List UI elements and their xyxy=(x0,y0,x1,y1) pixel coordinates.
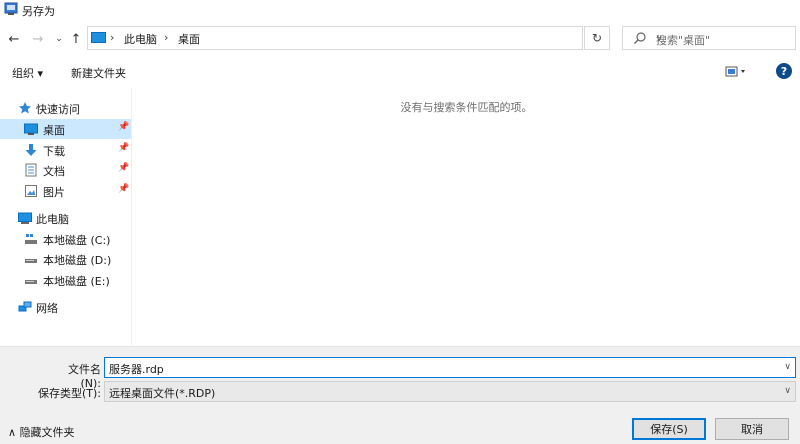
sidebar-item-drive-c[interactable]: 本地磁盘 (C:) xyxy=(0,229,131,249)
window-title: 另存为 xyxy=(22,5,55,18)
save-as-app-icon xyxy=(4,2,18,15)
navigation-pane: 快速访问 桌面 📌 下载 📌 文档 📌 图片 📌 此电脑 本地磁盘 (C:) 本… xyxy=(0,88,131,346)
pin-icon: 📌 xyxy=(118,122,130,132)
computer-icon xyxy=(91,32,106,43)
filetype-dropdown-chevron-icon[interactable]: ∨ xyxy=(784,386,791,396)
refresh-button[interactable]: ↻ xyxy=(584,26,610,50)
help-icon[interactable]: ? xyxy=(776,63,792,79)
hide-folders-label: 隐藏文件夹 xyxy=(19,426,75,439)
sidebar-item-label: 本地磁盘 (E:) xyxy=(43,275,110,288)
filetype-label: 保存类型(T): xyxy=(37,387,101,400)
breadcrumb-this-pc[interactable]: 此电脑 xyxy=(124,31,157,47)
sidebar-item-this-pc[interactable]: 此电脑 xyxy=(0,208,131,228)
sidebar-item-label: 图片 xyxy=(43,186,65,199)
sidebar-item-label: 本地磁盘 (C:) xyxy=(43,234,111,247)
breadcrumb-separator-icon: › xyxy=(110,31,115,44)
sidebar-item-pictures[interactable]: 图片 📌 xyxy=(0,181,131,201)
system-drive-icon xyxy=(25,234,37,244)
up-arrow-icon[interactable]: ↑ xyxy=(68,31,84,47)
filename-input[interactable]: 服务器.rdp ∨ xyxy=(104,357,796,378)
sidebar-item-label: 网络 xyxy=(36,302,58,315)
sidebar-item-drive-d[interactable]: 本地磁盘 (D:) xyxy=(0,249,131,269)
sidebar-item-label: 下载 xyxy=(43,145,65,158)
cancel-button[interactable]: 取消 xyxy=(715,418,789,440)
back-arrow-icon[interactable]: ← xyxy=(6,31,22,47)
document-icon xyxy=(25,163,37,177)
search-box[interactable]: 搜索"桌面" xyxy=(622,26,796,50)
new-folder-button[interactable]: 新建文件夹 xyxy=(71,65,126,81)
sidebar-item-documents[interactable]: 文档 📌 xyxy=(0,160,131,180)
picture-icon xyxy=(25,185,37,197)
sidebar-item-network[interactable]: 网络 xyxy=(0,297,131,317)
file-list-area[interactable]: 没有与搜索条件匹配的项。 xyxy=(131,88,800,346)
search-placeholder: 搜索"桌面" xyxy=(656,34,711,47)
sidebar-item-label: 本地磁盘 (D:) xyxy=(43,254,112,267)
empty-results-message: 没有与搜索条件匹配的项。 xyxy=(400,101,533,114)
chevron-up-icon: ∧ xyxy=(8,426,17,439)
sidebar-item-desktop[interactable]: 桌面 📌 xyxy=(0,119,131,139)
sidebar-item-label: 此电脑 xyxy=(36,213,69,226)
recent-locations-chevron-icon[interactable]: ⌄ xyxy=(51,31,67,47)
drive-icon xyxy=(25,259,37,263)
filetype-value: 远程桌面文件(*.RDP) xyxy=(109,387,216,400)
address-bar[interactable]: › 此电脑 › 桌面 ∨ xyxy=(87,26,663,50)
filename-dropdown-chevron-icon[interactable]: ∨ xyxy=(784,362,791,372)
pin-icon: 📌 xyxy=(118,143,130,153)
refresh-icon: ↻ xyxy=(591,31,603,45)
change-view-icon[interactable] xyxy=(725,65,749,79)
network-icon xyxy=(18,301,32,312)
command-bar: 组织 ▾ 新建文件夹 xyxy=(0,58,800,84)
forward-arrow-icon[interactable]: → xyxy=(30,31,46,47)
download-arrow-icon xyxy=(25,144,37,156)
sidebar-item-label: 文档 xyxy=(43,165,65,178)
hide-folders-toggle[interactable]: ∧ 隐藏文件夹 xyxy=(8,424,75,440)
title-bar: 另存为 xyxy=(0,0,800,20)
filetype-select[interactable]: 远程桌面文件(*.RDP) ∨ xyxy=(104,381,796,402)
organize-menu-button[interactable]: 组织 ▾ xyxy=(12,65,43,81)
sidebar-item-drive-e[interactable]: 本地磁盘 (E:) xyxy=(0,270,131,290)
sidebar-item-downloads[interactable]: 下载 📌 xyxy=(0,140,131,160)
star-icon xyxy=(19,102,31,114)
breadcrumb-separator-icon: › xyxy=(164,31,169,44)
desktop-icon xyxy=(24,123,38,135)
drive-icon xyxy=(25,280,37,284)
breadcrumb-desktop[interactable]: 桌面 xyxy=(178,31,200,47)
pin-icon: 📌 xyxy=(118,184,130,194)
pin-icon: 📌 xyxy=(118,163,130,173)
sidebar-item-quick-access[interactable]: 快速访问 xyxy=(0,98,131,118)
sidebar-item-label: 快速访问 xyxy=(36,103,80,116)
search-icon xyxy=(634,32,646,44)
computer-icon xyxy=(18,212,32,224)
filename-value: 服务器.rdp xyxy=(109,363,164,376)
sidebar-item-label: 桌面 xyxy=(43,124,65,137)
save-button[interactable]: 保存(S) xyxy=(632,418,706,440)
